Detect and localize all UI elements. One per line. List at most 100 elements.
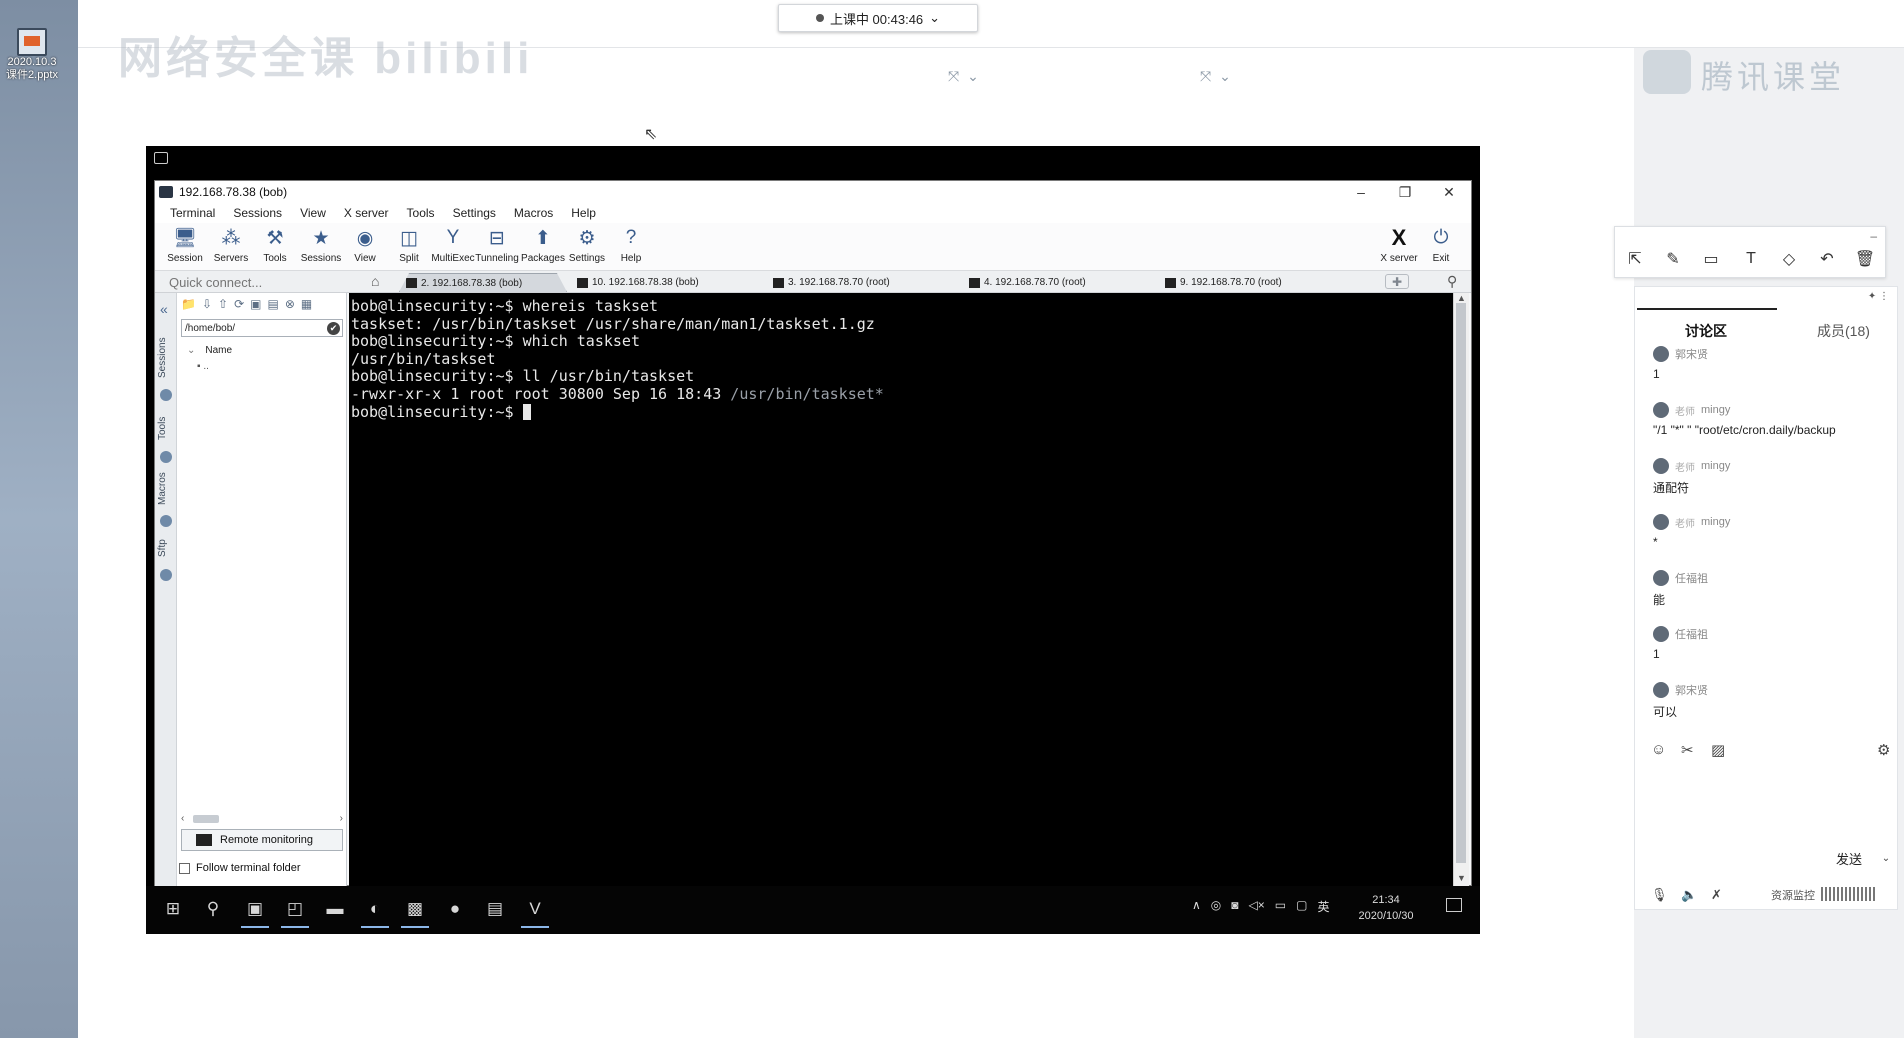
vtab-tools[interactable]: Tools: [157, 411, 175, 445]
remote-monitoring-button[interactable]: Remote monitoring: [181, 829, 343, 851]
menu-macros[interactable]: Macros: [505, 206, 562, 220]
terminal-app-icon[interactable]: ▤: [478, 892, 512, 926]
speaker-icon[interactable]: 🔈: [1681, 887, 1697, 903]
vscode-icon[interactable]: V: [518, 892, 552, 928]
menu-sessions[interactable]: Sessions: [224, 206, 291, 220]
refresh-icon[interactable]: ⟳: [234, 297, 244, 315]
scroll-thumb[interactable]: [1456, 303, 1466, 863]
folder-up-icon[interactable]: 📁: [181, 297, 196, 315]
resource-monitor-label[interactable]: 资源监控: [1771, 887, 1815, 903]
class-status-pill[interactable]: 上课中 00:43:46 ⌄: [778, 4, 978, 32]
toolbar-tools-button[interactable]: ⚒ Tools: [249, 225, 301, 269]
tab-session-10[interactable]: 10. 192.168.78.38 (bob): [571, 273, 705, 292]
download-icon[interactable]: ⇩: [202, 297, 212, 315]
paperclip-icon[interactable]: ⚲: [1447, 273, 1457, 290]
tray-shield-icon[interactable]: ◙: [1231, 898, 1238, 915]
quick-connect-input[interactable]: [169, 274, 319, 290]
toolbar-exit-button[interactable]: ⏻ Exit: [1415, 225, 1467, 269]
path-confirm-icon[interactable]: ✔: [327, 322, 340, 335]
chevron-down-icon[interactable]: ⌄: [1877, 847, 1895, 869]
pen-tool-icon[interactable]: ✎: [1661, 247, 1685, 271]
properties-icon[interactable]: ▦: [301, 297, 312, 315]
menu-help[interactable]: Help: [562, 206, 605, 220]
file-list-header[interactable]: ⌄ Name: [187, 345, 232, 356]
ime-indicator[interactable]: 英: [1317, 898, 1329, 915]
mobaxterm-taskbar-icon[interactable]: ▩: [398, 892, 432, 928]
tab-session-4[interactable]: 4. 192.168.78.70 (root): [963, 273, 1092, 292]
notification-icon[interactable]: [1446, 898, 1462, 912]
tab-members[interactable]: 成员(18): [1817, 321, 1870, 341]
menu-tools[interactable]: Tools: [398, 206, 444, 220]
session-icon: 🖥: [172, 228, 198, 249]
pin-icon[interactable]: ✦ ⋮: [1868, 291, 1889, 302]
checkbox-box[interactable]: [179, 862, 190, 874]
new-tab-button[interactable]: ✚: [1385, 274, 1409, 289]
windows-start-icon[interactable]: ⊞: [156, 892, 190, 926]
menubar: Terminal Sessions View X server Tools Se…: [155, 203, 1471, 223]
send-button[interactable]: 发送: [1821, 847, 1877, 869]
vtab-sessions[interactable]: Sessions: [157, 333, 175, 383]
scroll-down-icon[interactable]: ▼: [1457, 873, 1466, 883]
tray-volume-muted-icon[interactable]: ◁×: [1249, 898, 1265, 915]
undo-tool-icon[interactable]: ↶: [1815, 247, 1839, 271]
tab-session-9[interactable]: 9. 192.168.78.70 (root): [1159, 273, 1288, 292]
image-icon[interactable]: ▨: [1711, 741, 1725, 759]
scroll-left-icon[interactable]: ‹: [181, 813, 184, 824]
settings-icon[interactable]: ⚙: [1877, 741, 1890, 759]
clear-tool-icon[interactable]: 🗑: [1853, 247, 1877, 271]
scissors-icon[interactable]: ✂: [1681, 741, 1694, 759]
menu-view[interactable]: View: [291, 206, 335, 220]
delete-icon[interactable]: ⊗: [285, 297, 295, 315]
new-file-icon[interactable]: ▤: [267, 297, 278, 315]
close-icon[interactable]: ✕: [1427, 181, 1471, 203]
scroll-right-icon[interactable]: ›: [340, 813, 343, 824]
terminal-output[interactable]: bob@linsecurity:~$ whereis taskset tasks…: [349, 293, 1453, 887]
minimize-icon[interactable]: –: [1339, 181, 1383, 203]
sftp-path-input[interactable]: [181, 319, 343, 337]
tab-discussion[interactable]: 讨论区: [1685, 321, 1727, 341]
vmware-app-icon[interactable]: ◰: [278, 892, 312, 928]
tab-session-3[interactable]: 3. 192.168.78.70 (root): [767, 273, 896, 292]
emoji-icon[interactable]: ☺: [1651, 741, 1666, 758]
collapse-control-2[interactable]: ⤧ ⌄: [1200, 68, 1233, 85]
toolbar-session-button[interactable]: 🖥 Session: [159, 225, 211, 269]
sftp-horizontal-scrollbar[interactable]: ‹ ›: [181, 813, 343, 825]
menu-settings[interactable]: Settings: [444, 206, 505, 220]
home-tab-icon[interactable]: ⌂: [371, 273, 379, 289]
tray-battery-icon[interactable]: ▭: [1275, 898, 1286, 915]
microphone-icon[interactable]: 🎙: [1651, 887, 1668, 903]
toolbar-help-button[interactable]: ? Help: [605, 225, 657, 269]
terminal-vertical-scrollbar[interactable]: ▲ ▼: [1453, 293, 1469, 887]
collapse-sidebar-icon[interactable]: «: [160, 301, 168, 317]
scroll-thumb[interactable]: [193, 815, 219, 823]
menu-terminal[interactable]: Terminal: [161, 206, 224, 220]
edge-browser-icon[interactable]: ◐: [358, 892, 392, 928]
desktop-file-pptx[interactable]: 2020.10.3 课件2.pptx: [6, 28, 58, 100]
tab-session-2[interactable]: 2. 192.168.78.38 (bob): [399, 273, 567, 292]
rectangle-tool-icon[interactable]: ▭: [1699, 247, 1723, 271]
file-explorer-icon[interactable]: ▬: [318, 892, 352, 926]
collapse-control-1[interactable]: ⤧ ⌄: [948, 68, 981, 85]
tray-display-icon[interactable]: ▢: [1296, 898, 1307, 915]
device-toggle-icon[interactable]: ✗: [1711, 887, 1722, 903]
minimize-icon[interactable]: –: [1870, 229, 1877, 243]
new-folder-icon[interactable]: ▣: [250, 297, 261, 315]
toolbar-tunneling-button[interactable]: ⊟ Tunneling: [471, 225, 523, 269]
taskbar-clock[interactable]: 21:34 2020/10/30: [1346, 892, 1426, 924]
file-list-item[interactable]: ▪ ..: [197, 361, 209, 372]
tray-network-icon[interactable]: ◎: [1211, 898, 1221, 915]
vtab-sftp[interactable]: Sftp: [157, 533, 175, 563]
upload-icon[interactable]: ⇧: [218, 297, 228, 315]
menu-xserver[interactable]: X server: [335, 206, 398, 220]
vtab-macros[interactable]: Macros: [157, 469, 175, 509]
remote-desktop-app-icon[interactable]: ▣: [238, 892, 272, 928]
tray-expand-icon[interactable]: ∧: [1192, 898, 1201, 915]
follow-terminal-folder-checkbox[interactable]: Follow terminal folder: [177, 859, 347, 877]
pointer-tool-icon[interactable]: ⇱: [1623, 247, 1647, 271]
restore-icon[interactable]: ❐: [1383, 181, 1427, 203]
scroll-up-icon[interactable]: ▲: [1457, 293, 1466, 303]
search-icon[interactable]: ⚲: [196, 892, 230, 926]
text-tool-icon[interactable]: T: [1739, 247, 1763, 271]
firefox-icon[interactable]: ●: [438, 892, 472, 926]
eraser-tool-icon[interactable]: ◇: [1777, 247, 1801, 271]
